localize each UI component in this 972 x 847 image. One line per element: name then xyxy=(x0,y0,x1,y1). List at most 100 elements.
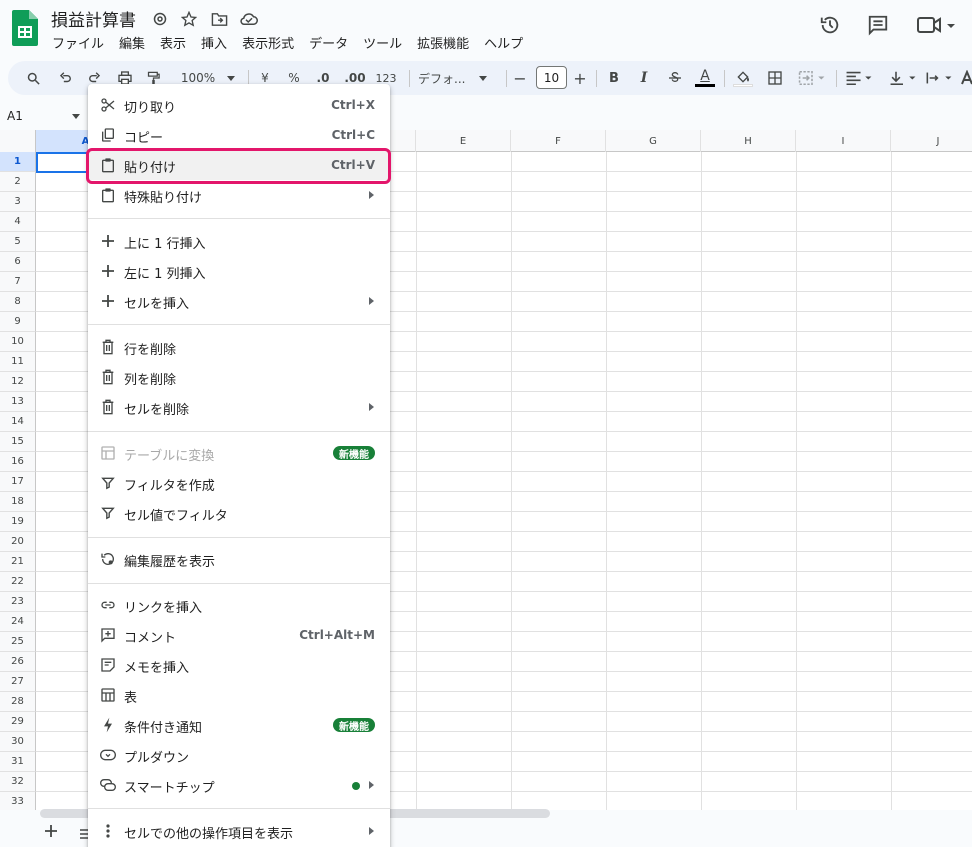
row-header-8[interactable]: 8 xyxy=(0,292,36,312)
menu-item-delete-column[interactable]: 列を削除 xyxy=(88,362,390,392)
menu-item-insert-note[interactable]: メモを挿入 xyxy=(88,650,390,680)
menu-tools[interactable]: ツール xyxy=(363,33,402,52)
document-title[interactable]: 損益計算書 xyxy=(51,6,136,31)
fill-color-icon[interactable] xyxy=(732,61,754,95)
row-header-7[interactable]: 7 xyxy=(0,272,36,292)
row-header-19[interactable]: 19 xyxy=(0,512,36,532)
column-header-e[interactable]: E xyxy=(416,130,511,152)
column-header-h[interactable]: H xyxy=(701,130,796,152)
menu-item-more-cell-actions[interactable]: セルでの他の操作項目を表示 xyxy=(88,816,390,846)
row-header-26[interactable]: 26 xyxy=(0,652,36,672)
row-header-16[interactable]: 16 xyxy=(0,452,36,472)
menu-item-label: 上に 1 行挿入 xyxy=(124,237,206,252)
row-header-28[interactable]: 28 xyxy=(0,692,36,712)
row-header-27[interactable]: 27 xyxy=(0,672,36,692)
folder-move-icon[interactable] xyxy=(208,8,230,30)
row-header-10[interactable]: 10 xyxy=(0,332,36,352)
menu-extensions[interactable]: 拡張機能 xyxy=(417,33,469,52)
row-header-29[interactable]: 29 xyxy=(0,712,36,732)
menu-item-filter-by-cell-value[interactable]: セル値でフィルタ xyxy=(88,498,390,528)
vertical-align-icon[interactable] xyxy=(888,61,918,95)
row-header-12[interactable]: 12 xyxy=(0,372,36,392)
menu-item-insert-cells[interactable]: セルを挿入 xyxy=(88,286,390,316)
menu-file[interactable]: ファイル xyxy=(52,33,104,52)
comments-icon[interactable] xyxy=(865,12,891,38)
menu-item-smart-chips[interactable]: スマートチップ xyxy=(88,770,390,800)
menu-item-delete-row[interactable]: 行を削除 xyxy=(88,332,390,362)
menu-item-conditional-notifications[interactable]: 条件付き通知 新機能 xyxy=(88,710,390,740)
menu-item-create-filter[interactable]: フィルタを作成 xyxy=(88,468,390,498)
row-header-14[interactable]: 14 xyxy=(0,412,36,432)
search-menus-icon[interactable] xyxy=(22,61,44,95)
horizontal-align-icon[interactable] xyxy=(844,61,874,95)
row-header-24[interactable]: 24 xyxy=(0,612,36,632)
text-wrapping-icon[interactable] xyxy=(924,61,954,95)
row-header-23[interactable]: 23 xyxy=(0,592,36,612)
menu-item-delete-cells[interactable]: セルを削除 xyxy=(88,392,390,422)
row-header-2[interactable]: 2 xyxy=(0,172,36,192)
menu-help[interactable]: ヘルプ xyxy=(484,33,523,52)
menu-edit[interactable]: 編集 xyxy=(119,33,145,52)
menu-item-dropdown[interactable]: プルダウン xyxy=(88,740,390,770)
font-family-select[interactable]: デフォ... xyxy=(418,61,498,95)
merge-cells-icon[interactable] xyxy=(794,61,830,95)
column-header-f[interactable]: F xyxy=(511,130,606,152)
row-header-15[interactable]: 15 xyxy=(0,432,36,452)
move-to-folder-icon[interactable] xyxy=(149,8,171,30)
row-header-22[interactable]: 22 xyxy=(0,572,36,592)
menu-view[interactable]: 表示 xyxy=(160,33,186,52)
menu-item-show-edit-history[interactable]: 編集履歴を表示 xyxy=(88,544,390,574)
strikethrough-icon[interactable] xyxy=(664,61,686,95)
menu-item-paste-special[interactable]: 特殊貼り付け xyxy=(88,180,390,210)
row-header-6[interactable]: 6 xyxy=(0,252,36,272)
menu-item-insert-row-above[interactable]: 上に 1 行挿入 xyxy=(88,226,390,256)
sheets-logo-icon[interactable] xyxy=(12,10,38,46)
row-header-32[interactable]: 32 xyxy=(0,772,36,792)
font-size-input[interactable]: 10 xyxy=(536,66,567,89)
text-color-button[interactable]: A xyxy=(694,61,716,95)
add-sheet-icon[interactable] xyxy=(42,824,60,842)
row-header-30[interactable]: 30 xyxy=(0,732,36,752)
row-header-4[interactable]: 4 xyxy=(0,212,36,232)
row-header-33[interactable]: 33 xyxy=(0,792,36,810)
menu-format[interactable]: 表示形式 xyxy=(242,33,294,52)
column-header-g[interactable]: G xyxy=(606,130,701,152)
row-header-5[interactable]: 5 xyxy=(0,232,36,252)
row-header-3[interactable]: 3 xyxy=(0,192,36,212)
star-icon[interactable] xyxy=(178,8,200,30)
menu-data[interactable]: データ xyxy=(309,33,348,52)
row-header-1[interactable]: 1 xyxy=(0,152,36,172)
undo-icon[interactable] xyxy=(54,61,76,95)
decrease-font-size-button[interactable]: − xyxy=(512,61,528,95)
menu-item-insert-column-left[interactable]: 左に 1 列挿入 xyxy=(88,256,390,286)
increase-font-size-button[interactable]: + xyxy=(572,61,588,95)
column-header-j[interactable]: J xyxy=(891,130,972,152)
italic-button[interactable]: I xyxy=(636,61,652,95)
menu-insert[interactable]: 挿入 xyxy=(201,33,227,52)
row-header-13[interactable]: 13 xyxy=(0,392,36,412)
row-header-18[interactable]: 18 xyxy=(0,492,36,512)
bold-button[interactable]: B xyxy=(606,61,622,95)
row-header-20[interactable]: 20 xyxy=(0,532,36,552)
cloud-saved-icon[interactable] xyxy=(238,8,260,30)
version-history-icon[interactable] xyxy=(817,12,843,38)
menu-item-insert-link[interactable]: リンクを挿入 xyxy=(88,590,390,620)
row-header-21[interactable]: 21 xyxy=(0,552,36,572)
name-box[interactable]: A1 xyxy=(0,104,88,128)
menu-item-comment[interactable]: コメント Ctrl+Alt+M xyxy=(88,620,390,650)
text-rotation-icon[interactable] xyxy=(960,61,972,95)
menu-item-cut[interactable]: 切り取り Ctrl+X xyxy=(88,90,390,120)
menu-item-table[interactable]: 表 xyxy=(88,680,390,710)
borders-icon[interactable] xyxy=(764,61,786,95)
select-all-corner[interactable] xyxy=(0,130,36,152)
row-header-11[interactable]: 11 xyxy=(0,352,36,372)
column-header-i[interactable]: I xyxy=(796,130,891,152)
bolt-icon xyxy=(100,717,116,733)
menu-item-copy[interactable]: コピー Ctrl+C xyxy=(88,120,390,150)
row-header-25[interactable]: 25 xyxy=(0,632,36,652)
row-header-31[interactable]: 31 xyxy=(0,752,36,772)
row-header-17[interactable]: 17 xyxy=(0,472,36,492)
row-header-9[interactable]: 9 xyxy=(0,312,36,332)
table-icon xyxy=(100,687,116,703)
meet-icon[interactable] xyxy=(914,12,958,38)
